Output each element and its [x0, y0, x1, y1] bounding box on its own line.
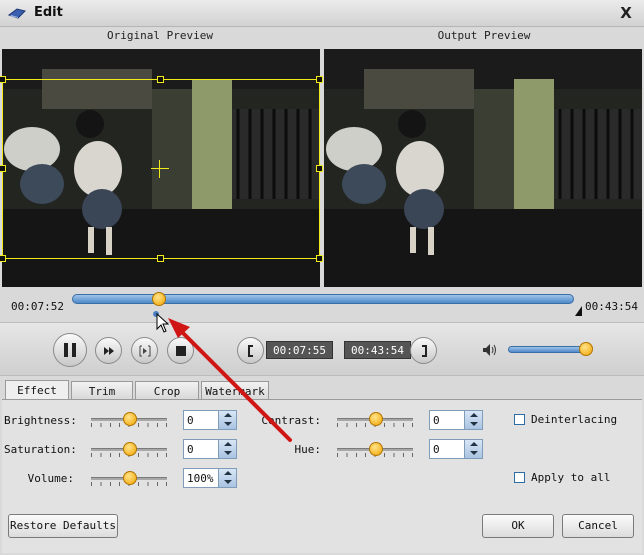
step-frame-button[interactable] [131, 337, 158, 364]
apply-to-all-label: Apply to all [531, 471, 611, 484]
restore-defaults-button[interactable]: Restore Defaults [8, 514, 118, 538]
close-icon[interactable]: X [616, 3, 636, 23]
output-video-frame [324, 49, 642, 287]
volume-spinbox[interactable]: 100% [183, 468, 237, 488]
crop-handle-top-left[interactable] [0, 76, 6, 83]
hue-spinbox[interactable]: 0 [429, 439, 483, 459]
crop-handle-bottom-right[interactable] [316, 255, 323, 262]
pause-button[interactable] [53, 333, 87, 367]
pause-icon [64, 343, 76, 357]
effect-volume-slider[interactable] [91, 469, 167, 487]
volume-value: 100% [187, 472, 214, 485]
brightness-spinbox[interactable]: 0 [183, 410, 237, 430]
contrast-spinbox[interactable]: 0 [429, 410, 483, 430]
crop-handle-bottom-left[interactable] [0, 255, 6, 262]
volume-slider-track[interactable] [508, 346, 588, 353]
window-title: Edit [34, 5, 63, 20]
set-start-button[interactable] [237, 337, 264, 364]
tab-crop[interactable]: Crop [135, 381, 199, 401]
total-time: 00:43:54 [585, 300, 638, 313]
fast-forward-icon [103, 346, 114, 355]
crop-handle-right[interactable] [316, 165, 323, 172]
volume-slider-thumb[interactable] [579, 342, 593, 356]
crop-handle-top-right[interactable] [316, 76, 323, 83]
ok-button[interactable]: OK [482, 514, 554, 538]
seek-track[interactable] [72, 294, 574, 304]
end-marker[interactable] [575, 306, 582, 316]
saturation-spinbox[interactable]: 0 [183, 439, 237, 459]
original-preview-label: Original Preview [107, 29, 213, 42]
deinterlacing-label: Deinterlacing [531, 413, 618, 426]
clip-end-time: 00:43:54 [344, 341, 411, 359]
seek-thumb[interactable] [152, 292, 166, 306]
hue-slider[interactable] [337, 440, 413, 458]
output-preview-label: Output Preview [437, 29, 531, 42]
tab-watermark[interactable]: Watermark [201, 381, 269, 401]
output-preview-video [324, 49, 642, 287]
app-icon [8, 8, 26, 19]
contrast-value: 0 [433, 414, 440, 427]
crop-handle-bottom[interactable] [157, 255, 164, 262]
contrast-slider[interactable] [337, 410, 413, 428]
volume-speaker-icon[interactable] [482, 343, 498, 357]
fast-forward-button[interactable] [95, 337, 122, 364]
hue-value: 0 [433, 443, 440, 456]
deinterlacing-checkbox[interactable] [514, 414, 525, 425]
saturation-value: 0 [187, 443, 194, 456]
contrast-label: Contrast: [261, 414, 321, 427]
tab-trim[interactable]: Trim [71, 381, 133, 401]
step-frame-icon [139, 345, 150, 356]
mouse-cursor-icon [156, 313, 170, 333]
title-bar: Edit X [0, 0, 644, 27]
tab-effect[interactable]: Effect [5, 380, 69, 401]
current-time: 00:07:52 [11, 300, 64, 313]
stop-button[interactable] [167, 337, 194, 364]
cancel-button[interactable]: Cancel [562, 514, 634, 538]
set-end-button[interactable] [410, 337, 437, 364]
volume-label: Volume: [27, 472, 74, 485]
crop-handle-top[interactable] [157, 76, 164, 83]
brightness-value: 0 [187, 414, 194, 427]
apply-to-all-checkbox[interactable] [514, 472, 525, 483]
clip-start-time: 00:07:55 [266, 341, 333, 359]
brightness-label: Brightness: [4, 414, 77, 427]
crop-handle-left[interactable] [0, 165, 6, 172]
set-start-bracket-icon [247, 344, 253, 357]
stop-icon [175, 345, 186, 356]
set-end-bracket-icon [421, 344, 427, 357]
hue-label: Hue: [294, 443, 322, 456]
brightness-slider[interactable] [91, 410, 167, 428]
saturation-label: Saturation: [4, 443, 77, 456]
saturation-slider[interactable] [91, 440, 167, 458]
